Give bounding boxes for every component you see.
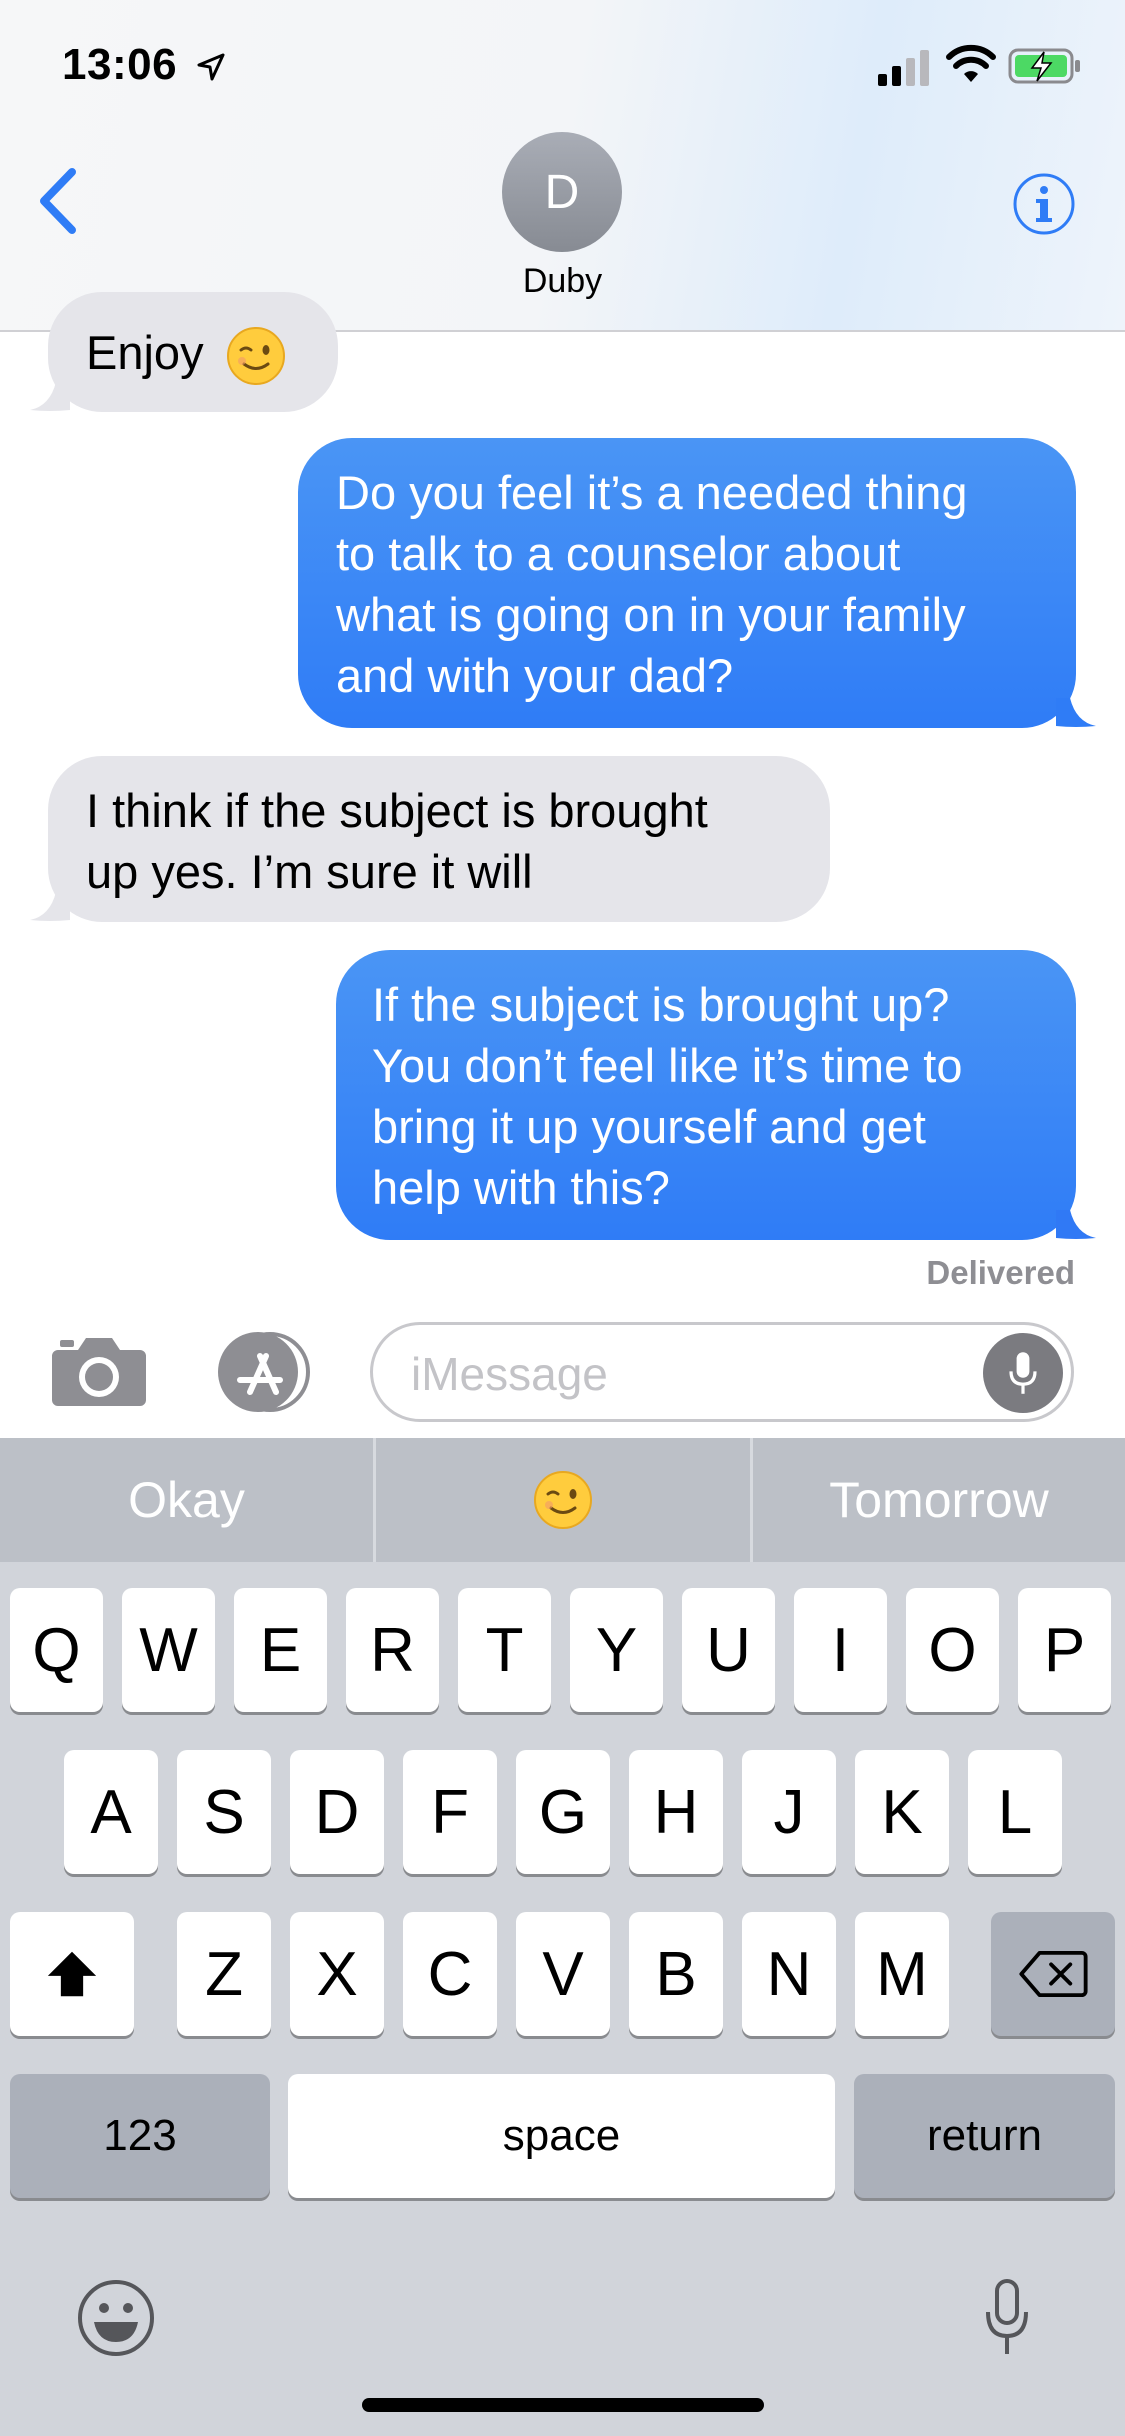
message-line: If the subject is brought up? <box>372 978 950 1031</box>
message-line: to talk to a counselor about <box>336 527 901 580</box>
chevron-left-icon[interactable] <box>34 166 84 236</box>
status-time: 13:06 <box>62 40 178 89</box>
key-m[interactable]: M <box>855 1912 949 2036</box>
key-f[interactable]: F <box>403 1750 497 1874</box>
cellular-signal-icon <box>878 46 934 86</box>
dictation-button[interactable] <box>983 1333 1063 1413</box>
emoji-icon[interactable] <box>76 2278 156 2358</box>
return-key[interactable]: return <box>854 2074 1115 2198</box>
microphone-icon[interactable] <box>982 2278 1032 2358</box>
key-d[interactable]: D <box>290 1750 384 1874</box>
key-q[interactable]: Q <box>10 1588 103 1712</box>
key-k[interactable]: K <box>855 1750 949 1874</box>
shift-icon <box>47 1951 97 1997</box>
bubble-tail <box>1056 1210 1096 1239</box>
key-e[interactable]: E <box>234 1588 327 1712</box>
bubble-tail <box>1056 698 1096 727</box>
winking-face-emoji <box>534 1471 592 1529</box>
space-key[interactable]: space <box>288 2074 835 2198</box>
key-h[interactable]: H <box>629 1750 723 1874</box>
key-j[interactable]: J <box>742 1750 836 1874</box>
message-line: up yes. I’m sure it will <box>86 845 533 898</box>
outgoing-message[interactable]: If the subject is brought up? You don’t … <box>336 950 1076 1240</box>
microphone-icon <box>1009 1352 1037 1394</box>
avatar-initial: D <box>544 165 580 219</box>
message-text: Enjoy <box>86 326 204 379</box>
outgoing-message[interactable]: Do you feel it’s a needed thing to talk … <box>298 438 1076 728</box>
winking-face-emoji <box>227 327 285 385</box>
key-p[interactable]: P <box>1018 1588 1111 1712</box>
message-input[interactable]: iMessage <box>370 1322 1074 1422</box>
suggestion-tomorrow[interactable]: Tomorrow <box>753 1438 1125 1562</box>
key-l[interactable]: L <box>968 1750 1062 1874</box>
key-a[interactable]: A <box>64 1750 158 1874</box>
message-line: You don’t feel like it’s time to <box>372 1039 963 1092</box>
key-z[interactable]: Z <box>177 1912 271 2036</box>
message-line: bring it up yourself and get <box>372 1100 926 1153</box>
message-line: help with this? <box>372 1161 670 1214</box>
key-y[interactable]: Y <box>570 1588 663 1712</box>
bubble-tail <box>30 382 70 411</box>
navigation-header: 13:06 D Duby <box>0 0 1125 332</box>
message-line: Do you feel it’s a needed thing <box>336 466 968 519</box>
shift-key[interactable] <box>10 1912 134 2036</box>
key-u[interactable]: U <box>682 1588 775 1712</box>
keyboard: Okay Tomorrow Q W E R T Y U I O P A S D … <box>0 1438 1125 2436</box>
key-v[interactable]: V <box>516 1912 610 2036</box>
key-o[interactable]: O <box>906 1588 999 1712</box>
key-c[interactable]: C <box>403 1912 497 2036</box>
battery-charging-icon <box>1008 48 1080 84</box>
delivery-status: Delivered <box>926 1254 1075 1291</box>
info-icon[interactable] <box>1012 172 1076 236</box>
key-s[interactable]: S <box>177 1750 271 1874</box>
key-g[interactable]: G <box>516 1750 610 1874</box>
bubble-tail <box>30 892 70 921</box>
message-line: and with your dad? <box>336 649 734 702</box>
key-x[interactable]: X <box>290 1912 384 2036</box>
suggestion-emoji[interactable] <box>376 1438 750 1562</box>
location-arrow-icon <box>197 53 225 81</box>
delete-key[interactable] <box>991 1912 1115 2036</box>
message-input-placeholder: iMessage <box>411 1348 608 1400</box>
app-store-icon[interactable] <box>210 1330 318 1414</box>
contact-avatar[interactable]: D <box>502 132 622 252</box>
suggestion-okay[interactable]: Okay <box>0 1438 373 1562</box>
incoming-message[interactable]: I think if the subject is brought up yes… <box>48 756 830 922</box>
key-i[interactable]: I <box>794 1588 887 1712</box>
camera-icon[interactable] <box>50 1332 148 1408</box>
message-line: what is going on in your family <box>336 588 966 641</box>
wifi-icon <box>946 44 996 82</box>
delete-icon <box>1019 1950 1088 1998</box>
key-w[interactable]: W <box>122 1588 215 1712</box>
key-r[interactable]: R <box>346 1588 439 1712</box>
key-b[interactable]: B <box>629 1912 723 2036</box>
key-t[interactable]: T <box>458 1588 551 1712</box>
home-indicator[interactable] <box>362 2398 764 2412</box>
key-n[interactable]: N <box>742 1912 836 2036</box>
numbers-key[interactable]: 123 <box>10 2074 270 2198</box>
incoming-message[interactable]: Enjoy <box>48 292 338 412</box>
message-line: I think if the subject is brought <box>86 784 708 837</box>
suggestion-bar: Okay Tomorrow <box>0 1438 1125 1562</box>
